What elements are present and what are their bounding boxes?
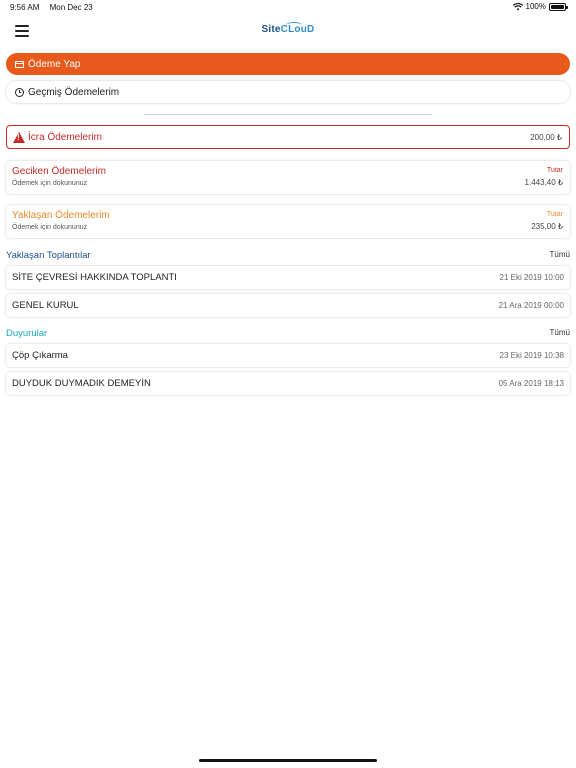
wifi-icon (512, 2, 523, 10)
meeting-item[interactable]: SİTE ÇEVRESİ HAKKINDA TOPLANTI 21 Eki 20… (6, 266, 570, 289)
icra-payments-card[interactable]: İcra Ödemelerim 200,00 ₺ (6, 125, 570, 149)
meeting-date: 21 Ara 2019 00:00 (498, 301, 564, 310)
battery-icon (549, 2, 568, 11)
status-time: 9:56 AM (10, 3, 40, 12)
announcement-date: 05 Ara 2019 18:13 (498, 379, 564, 388)
upcoming-amount-block: Tutar 235,00 ₺ (531, 211, 563, 231)
meetings-section-header: Yaklaşan Toplantılar Tümü (6, 250, 570, 262)
divider (144, 114, 432, 115)
pay-button-label: Ödeme Yap (28, 58, 81, 70)
pay-button[interactable]: Ödeme Yap (6, 53, 570, 75)
overdue-amount-label: Tutar (546, 167, 563, 174)
meeting-date: 21 Eki 2019 10:00 (499, 273, 565, 282)
battery-percent: 100% (525, 2, 546, 11)
announcement-item[interactable]: Çöp Çıkarma 23 Eki 2019 10:38 (6, 344, 570, 367)
home-indicator (199, 759, 377, 762)
credit-card-icon (15, 60, 24, 68)
announcement-title: DUYDUK DUYMADIK DEMEYİN (12, 378, 151, 389)
announcements-all-link[interactable]: Tümü (550, 328, 570, 337)
icra-payments-amount: 200,00 ₺ (530, 132, 562, 142)
status-left: 9:56 AM Mon Dec 23 (10, 3, 101, 12)
announcements-section-header: Duyurular Tümü (6, 328, 570, 340)
meeting-title: SİTE ÇEVRESİ HAKKINDA TOPLANTI (12, 272, 177, 283)
announcement-item[interactable]: DUYDUK DUYMADIK DEMEYİN 05 Ara 2019 18:1… (6, 372, 570, 395)
clock-icon (15, 87, 24, 97)
battery-level (551, 4, 564, 9)
status-right: 100% (512, 2, 568, 11)
upcoming-amount: 235,00 ₺ (531, 222, 563, 231)
status-date: Mon Dec 23 (49, 3, 93, 12)
meeting-title: GENEL KURUL (12, 300, 79, 311)
overdue-payments-title: Geciken Ödemelerim (12, 166, 106, 177)
status-bar: 9:56 AM Mon Dec 23 100% (0, 0, 576, 14)
upcoming-payments-title: Yaklaşan Ödemelerim (12, 210, 110, 221)
overdue-payments-subtitle: Ödemek için dokununuz (12, 180, 88, 187)
overdue-amount-block: Tutar 1.443,40 ₺ (525, 167, 563, 187)
warning-icon (13, 131, 25, 143)
upcoming-payments-card[interactable]: Yaklaşan Ödemelerim Ödemek için dokununu… (6, 205, 570, 238)
icra-payments-title: İcra Ödemelerim (28, 131, 102, 143)
upcoming-payments-subtitle: Ödemek için dokununuz (12, 224, 88, 231)
overdue-amount: 1.443,40 ₺ (524, 178, 563, 187)
announcements-section-title: Duyurular (6, 328, 48, 339)
announcement-date: 23 Eki 2019 10:38 (499, 351, 565, 360)
upcoming-amount-label: Tutar (546, 211, 563, 218)
logo-part-site: Site (261, 24, 281, 35)
payment-history-label: Geçmiş Ödemelerim (28, 86, 120, 98)
meetings-all-link[interactable]: Tümü (550, 250, 570, 259)
payment-history-button[interactable]: Geçmiş Ödemelerim (6, 81, 570, 103)
meetings-section-title: Yaklaşan Toplantılar (6, 250, 91, 261)
announcement-title: Çöp Çıkarma (12, 350, 68, 361)
logo-swoosh (286, 22, 302, 28)
meeting-item[interactable]: GENEL KURUL 21 Ara 2019 00:00 (6, 294, 570, 317)
overdue-payments-card[interactable]: Geciken Ödemelerim Ödemek için dokununuz… (6, 161, 570, 194)
